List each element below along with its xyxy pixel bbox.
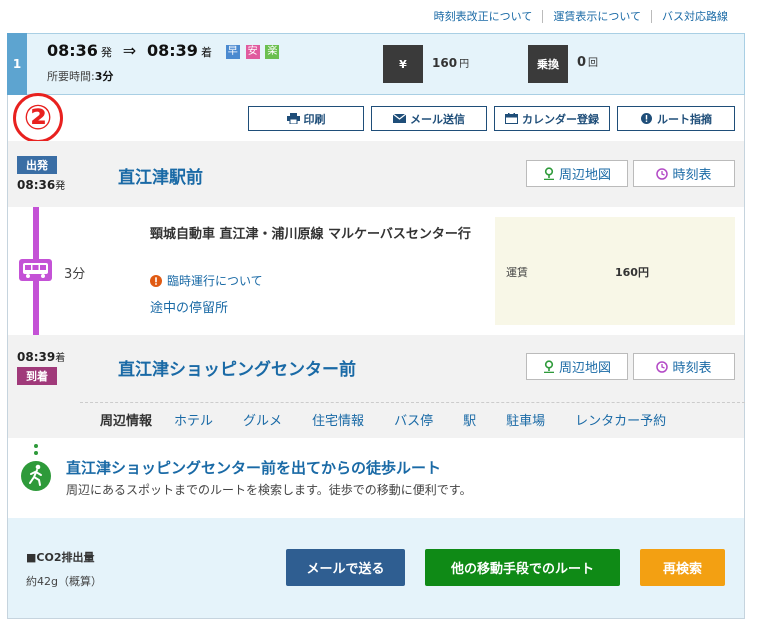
send-mail-button[interactable]: メールで送る <box>286 549 405 586</box>
alert-icon <box>641 113 652 124</box>
co2-label: ■CO2排出量 <box>26 551 95 564</box>
nearby-parking[interactable]: 駐車場 <box>506 410 545 429</box>
fare-value: 160円 <box>615 266 649 279</box>
bus-icon <box>19 259 52 281</box>
link-bus-routes[interactable]: バス対応路線 <box>651 10 738 23</box>
departure-timetable-button[interactable]: 時刻表 <box>633 160 735 187</box>
arrival-map-button[interactable]: 周辺地図 <box>526 353 628 380</box>
top-links: 時刻表改正について 運賃表示について バス対応路線 <box>424 10 738 23</box>
printer-icon <box>286 113 300 124</box>
step-number-circle: ② <box>13 93 63 143</box>
yen-icon: ¥ <box>383 45 423 83</box>
route-report-button[interactable]: ルート指摘 <box>617 106 735 131</box>
bus-line-name: 頸城自動車 直江津・浦川原線 マルケーバスセンター行 <box>150 227 471 242</box>
fare-summary: 160 円 <box>432 56 470 70</box>
route-times: 08:36 発 ⇒ 08:39 着 早 安 楽 <box>47 41 280 60</box>
nearby-gourmet[interactable]: グルメ <box>243 410 282 429</box>
fast-badge: 早 <box>225 45 240 59</box>
transfer-label: 乗換 <box>528 45 568 83</box>
nearby-info: 周辺情報 ホテル グルメ 住宅情報 バス停 駅 駐車場 レンタカー予約 <box>80 402 745 436</box>
walk-icon <box>20 443 52 496</box>
other-transport-button[interactable]: 他の移動手段でのルート <box>425 549 620 586</box>
calendar-button[interactable]: カレンダー登録 <box>494 106 610 131</box>
arrow-icon: ⇒ <box>122 41 137 60</box>
departure-time: 08:36発 <box>17 178 66 192</box>
envelope-icon <box>393 113 406 123</box>
research-button[interactable]: 再検索 <box>640 549 725 586</box>
nearby-housing[interactable]: 住宅情報 <box>312 410 364 429</box>
walk-route-title[interactable]: 直江津ショッピングセンター前を出てからの徒歩ルート <box>66 457 441 478</box>
nearby-bus-stop[interactable]: バス停 <box>394 410 433 429</box>
departure-station[interactable]: 直江津駅前 <box>118 163 203 188</box>
intermediate-stops-link[interactable]: 途中の停留所 <box>150 297 228 316</box>
dep-time: 08:36 <box>47 41 98 60</box>
arr-time: 08:39 <box>147 41 198 60</box>
nearby-label: 周辺情報 <box>100 414 153 429</box>
fare-label: 運賃 <box>506 266 528 279</box>
duration: 所要時間:3分 <box>47 70 114 83</box>
nearby-hotel[interactable]: ホテル <box>174 410 213 429</box>
map-pin-icon <box>543 167 554 180</box>
map-pin-icon <box>543 360 554 373</box>
departure-tag: 出発 <box>17 156 57 174</box>
transfer-count: 0回 <box>577 55 599 70</box>
clock-icon <box>656 167 669 180</box>
departure-map-button[interactable]: 周辺地図 <box>526 160 628 187</box>
arrival-tag: 到着 <box>17 367 57 385</box>
calendar-icon <box>505 113 518 124</box>
print-button[interactable]: 印刷 <box>248 106 364 131</box>
link-fare-display[interactable]: 運賃表示について <box>542 10 651 23</box>
nearby-rental-car[interactable]: レンタカー予約 <box>575 410 666 429</box>
walk-route-description: 周辺にあるスポットまでのルートを検索します。徒歩での移動に便利です。 <box>66 483 472 497</box>
clock-icon <box>656 360 669 373</box>
arrival-station[interactable]: 直江津ショッピングセンター前 <box>118 355 356 380</box>
link-timetable-revision[interactable]: 時刻表改正について <box>424 10 543 23</box>
email-button[interactable]: メール送信 <box>371 106 487 131</box>
arrival-timetable-button[interactable]: 時刻表 <box>633 353 735 380</box>
service-notice-link[interactable]: 臨時運行について <box>150 272 263 289</box>
route-number: 1 <box>7 33 27 95</box>
easy-badge: 楽 <box>265 45 280 59</box>
nearby-station[interactable]: 駅 <box>463 410 476 429</box>
ride-duration: 3分 <box>64 267 86 282</box>
co2-value: 約42g（概算） <box>26 575 102 588</box>
cheap-badge: 安 <box>245 45 260 59</box>
arrival-time: 08:39着 <box>17 350 66 364</box>
warning-icon <box>150 274 162 287</box>
